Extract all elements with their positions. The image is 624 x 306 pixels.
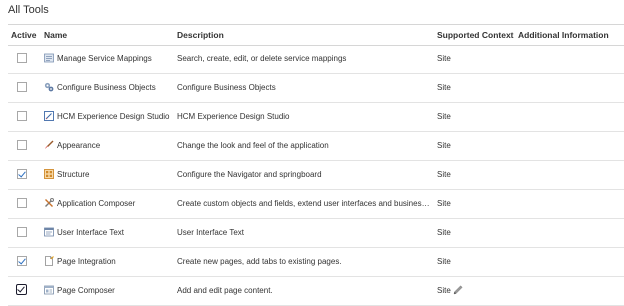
tool-context: Site: [437, 228, 451, 237]
tool-context: Site: [437, 83, 451, 92]
active-checkbox[interactable]: [17, 227, 27, 237]
tool-description: Create new pages, add tabs to existing p…: [177, 257, 342, 266]
table-row: Configure Business Objects Configure Bus…: [8, 74, 624, 103]
column-header-description[interactable]: Description: [177, 30, 224, 40]
table-row: Appearance Change the look and feel of t…: [8, 132, 624, 161]
service-mappings-icon: [44, 53, 54, 63]
page-integration-icon: [45, 256, 54, 266]
tool-description: HCM Experience Design Studio: [177, 112, 290, 121]
table-row: Page Integration Create new pages, add t…: [8, 248, 624, 277]
tool-description: Change the look and feel of the applicat…: [177, 141, 329, 150]
tool-context: Site: [437, 286, 451, 295]
active-checkbox[interactable]: [17, 53, 27, 63]
table-header: Active Name Description Supported Contex…: [8, 24, 624, 46]
tool-context: Site: [437, 141, 451, 150]
section-title: All Tools: [8, 4, 49, 16]
business-objects-icon: [44, 82, 54, 92]
structure-icon: [44, 169, 54, 179]
paintbrush-icon: [45, 140, 54, 149]
active-checkbox[interactable]: [17, 140, 27, 150]
column-header-name[interactable]: Name: [44, 30, 67, 40]
column-header-active[interactable]: Active: [11, 30, 37, 40]
tool-name[interactable]: Configure Business Objects: [57, 83, 156, 92]
tool-context: Site: [437, 112, 451, 121]
active-checkbox[interactable]: [17, 82, 27, 92]
active-checkbox[interactable]: [16, 284, 27, 295]
tool-description: Configure the Navigator and springboard: [177, 170, 322, 179]
tool-context: Site: [437, 199, 451, 208]
ui-text-icon: [44, 227, 54, 237]
tool-name[interactable]: Appearance: [57, 141, 100, 150]
table-row: Structure Configure the Navigator and sp…: [8, 161, 624, 190]
tool-description: Configure Business Objects: [177, 83, 276, 92]
table-row: User Interface Text User Interface Text …: [8, 219, 624, 248]
tool-context: Site: [437, 257, 451, 266]
tool-description: User Interface Text: [177, 228, 244, 237]
tool-name[interactable]: Manage Service Mappings: [57, 54, 152, 63]
tool-name[interactable]: HCM Experience Design Studio: [57, 112, 170, 121]
table-row: Application Composer Create custom objec…: [8, 190, 624, 219]
tool-description: Search, create, edit, or delete service …: [177, 54, 347, 63]
table-row: Page Composer Add and edit page content.…: [8, 277, 624, 306]
table-row: Manage Service Mappings Search, create, …: [8, 45, 624, 74]
tool-description: Create custom objects and fields, extend…: [177, 199, 432, 208]
tool-name[interactable]: Page Integration: [57, 257, 116, 266]
tool-context: Site: [437, 54, 451, 63]
active-checkbox[interactable]: [17, 169, 27, 179]
active-checkbox[interactable]: [17, 198, 27, 208]
tool-name[interactable]: Page Composer: [57, 286, 115, 295]
tools-icon: [45, 198, 54, 207]
active-checkbox[interactable]: [17, 256, 27, 266]
column-header-additional-information[interactable]: Additional Information: [518, 30, 609, 40]
tool-name[interactable]: User Interface Text: [57, 228, 124, 237]
tools-table: Manage Service Mappings Search, create, …: [8, 45, 624, 306]
tool-context: Site: [437, 170, 451, 179]
active-checkbox[interactable]: [17, 111, 27, 121]
tool-name[interactable]: Application Composer: [57, 199, 135, 208]
design-studio-icon: [44, 111, 54, 121]
tool-name[interactable]: Structure: [57, 170, 89, 179]
tool-description: Add and edit page content.: [177, 286, 273, 295]
column-header-supported-context[interactable]: Supported Context: [437, 30, 514, 40]
table-row: HCM Experience Design Studio HCM Experie…: [8, 103, 624, 132]
page-composer-icon: [44, 285, 54, 295]
pencil-icon[interactable]: [452, 284, 464, 296]
